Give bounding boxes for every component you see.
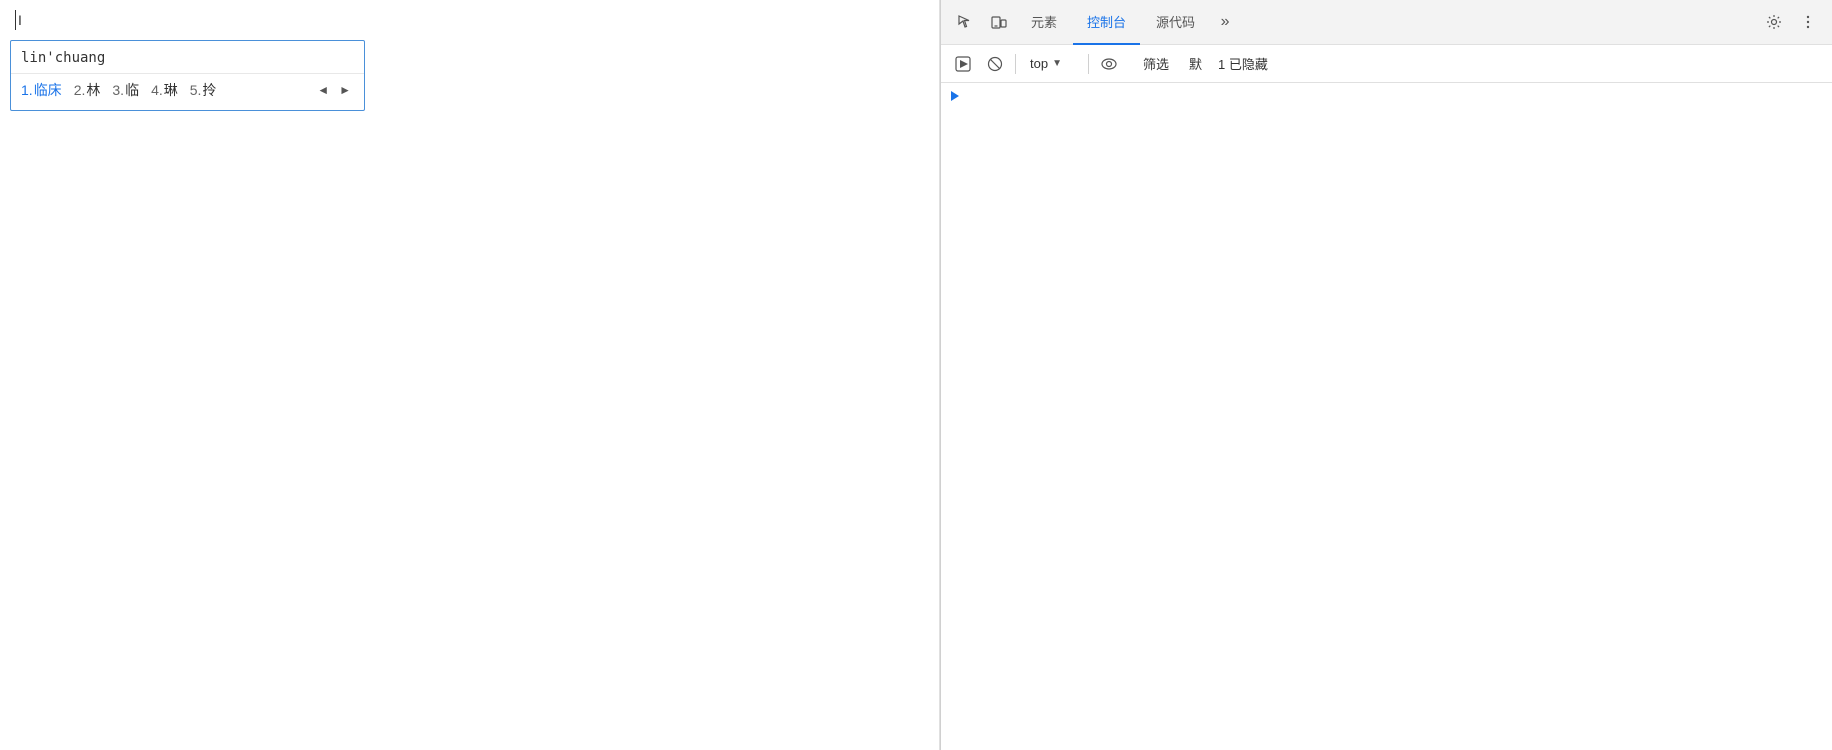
device-toolbar-button[interactable]: [983, 6, 1015, 38]
ime-candidate-4-char: 琳: [164, 82, 178, 98]
main-content-area: I lin'chuang 1.临床 2.林 3.临 4.琳: [0, 0, 940, 750]
ime-candidate-3-num: 3.: [112, 82, 124, 98]
toolbar-divider: [1015, 54, 1016, 74]
ime-candidate-4-num: 4.: [151, 82, 163, 98]
console-clear-button[interactable]: [981, 50, 1009, 78]
ime-candidate-5-char: 拎: [202, 82, 216, 98]
ime-input-row: lin'chuang: [11, 45, 364, 74]
toolbar-divider-2: [1088, 54, 1089, 74]
context-selector-arrow: ▼: [1052, 58, 1062, 69]
blinking-cursor: [15, 10, 16, 30]
ime-candidate-2-num: 2.: [74, 82, 86, 98]
context-selector-text: top: [1030, 56, 1048, 71]
tab-overflow-button[interactable]: »: [1211, 6, 1239, 38]
devtools-settings-button[interactable]: [1758, 6, 1790, 38]
console-run-button[interactable]: [949, 50, 977, 78]
console-hidden-count: 1 已隐藏: [1218, 54, 1268, 73]
ime-candidate-2[interactable]: 2.林: [74, 80, 101, 100]
ime-candidate-3[interactable]: 3.临: [112, 80, 139, 100]
ime-candidate-5-num: 5.: [190, 82, 202, 98]
ime-candidate-5[interactable]: 5.拎: [190, 80, 217, 100]
console-filter-button[interactable]: 筛选: [1135, 51, 1177, 76]
ime-input-text: lin'chuang: [21, 50, 105, 66]
text-cursor-area: I: [15, 10, 22, 30]
tab-sources[interactable]: 源代码: [1142, 0, 1209, 45]
ime-candidates-row: 1.临床 2.林 3.临 4.琳 5.拎 ◄: [11, 74, 364, 106]
tab-elements[interactable]: 元素: [1017, 0, 1071, 45]
console-toolbar: top ▼ 筛选 默 1 已隐藏: [941, 45, 1832, 83]
ime-candidate-1[interactable]: 1.临床: [21, 80, 62, 100]
console-main-area: [941, 83, 1832, 750]
console-expand-row[interactable]: [945, 87, 1828, 105]
inspect-element-button[interactable]: [949, 6, 981, 38]
ime-candidate-1-num: 1.: [21, 82, 33, 98]
ime-prev-arrow[interactable]: ◄: [314, 82, 332, 98]
context-selector-button[interactable]: top ▼: [1022, 54, 1082, 73]
devtools-more-button[interactable]: [1792, 6, 1824, 38]
ime-candidate-4[interactable]: 4.琳: [151, 80, 178, 100]
ime-next-arrow[interactable]: ►: [336, 82, 354, 98]
ime-candidate-2-char: 林: [86, 82, 100, 98]
ime-candidate-3-char: 临: [125, 82, 139, 98]
expand-triangle-icon: [951, 91, 959, 101]
ime-dropdown: lin'chuang 1.临床 2.林 3.临 4.琳: [10, 40, 365, 111]
devtools-panel: 元素 控制台 源代码 »: [940, 0, 1832, 750]
tab-console[interactable]: 控制台: [1073, 0, 1140, 45]
ime-nav-arrows: ◄ ►: [314, 82, 354, 98]
console-watch-button[interactable]: [1095, 50, 1123, 78]
ime-candidate-1-char: 临床: [34, 82, 62, 98]
cursor-indicator: I: [18, 12, 22, 28]
console-default-level: 默: [1181, 51, 1210, 76]
devtools-settings-area: [1758, 6, 1824, 38]
devtools-topbar: 元素 控制台 源代码 »: [941, 0, 1832, 45]
